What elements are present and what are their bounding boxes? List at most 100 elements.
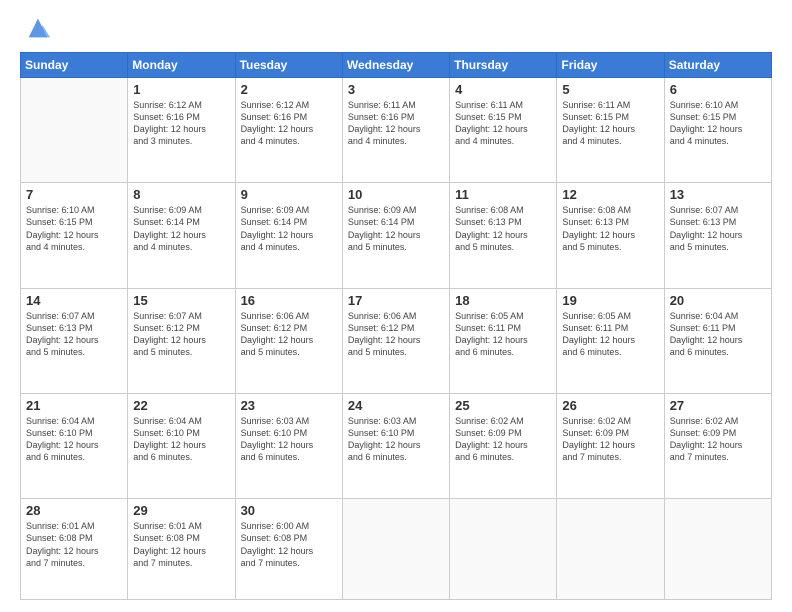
weekday-header-thursday: Thursday	[450, 53, 557, 78]
daylight-line1: Daylight: 12 hours	[133, 124, 206, 134]
daylight-line1: Daylight: 12 hours	[133, 440, 206, 450]
daylight-line2: and 5 minutes.	[133, 347, 192, 357]
day-info: Sunrise: 6:01 AMSunset: 6:08 PMDaylight:…	[133, 520, 229, 569]
sunrise-text: Sunrise: 6:02 AM	[455, 416, 524, 426]
sunrise-text: Sunrise: 6:05 AM	[562, 311, 631, 321]
sunrise-text: Sunrise: 6:09 AM	[133, 205, 202, 215]
calendar-cell: 2 Sunrise: 6:12 AMSunset: 6:16 PMDaylight…	[235, 78, 342, 183]
day-number: 18	[455, 293, 551, 308]
day-info: Sunrise: 6:07 AMSunset: 6:13 PMDaylight:…	[670, 204, 766, 253]
sunset-text: Sunset: 6:15 PM	[26, 217, 93, 227]
daylight-line1: Daylight: 12 hours	[670, 440, 743, 450]
day-info: Sunrise: 6:06 AMSunset: 6:12 PMDaylight:…	[348, 310, 444, 359]
day-info: Sunrise: 6:04 AMSunset: 6:10 PMDaylight:…	[133, 415, 229, 464]
day-number: 6	[670, 82, 766, 97]
sunset-text: Sunset: 6:16 PM	[348, 112, 415, 122]
daylight-line1: Daylight: 12 hours	[133, 230, 206, 240]
daylight-line2: and 4 minutes.	[133, 242, 192, 252]
daylight-line2: and 6 minutes.	[455, 347, 514, 357]
day-info: Sunrise: 6:10 AM Sunset: 6:15 PM Daylight:…	[26, 204, 122, 253]
daylight-line1: Daylight: 12 hours	[26, 335, 99, 345]
calendar-cell: 23Sunrise: 6:03 AMSunset: 6:10 PMDayligh…	[235, 393, 342, 498]
day-number: 19	[562, 293, 658, 308]
calendar-cell: 7Sunrise: 6:10 AMSunset: 6:15 PMDaylight…	[21, 183, 128, 288]
daylight-line1: Daylight: 12 hours	[670, 230, 743, 240]
daylight-line2: and 4 minutes.	[670, 136, 729, 146]
daylight-line1: Daylight: 12 hours	[455, 335, 528, 345]
daylight-line2: and 6 minutes.	[133, 452, 192, 462]
calendar-cell: 8Sunrise: 6:09 AMSunset: 6:14 PMDaylight…	[128, 183, 235, 288]
day-number: 24	[348, 398, 444, 413]
day-number: 20	[670, 293, 766, 308]
calendar-cell: 30Sunrise: 6:00 AMSunset: 6:08 PMDayligh…	[235, 499, 342, 600]
sunrise-text: Sunrise: 6:09 AM	[348, 205, 417, 215]
sunset-text: Sunset: 6:10 PM	[241, 428, 308, 438]
sunrise-text: Sunrise: 6:11 AM	[455, 100, 523, 110]
sunrise-text: Sunrise: 6:06 AM	[241, 311, 310, 321]
weekday-header-sunday: Sunday	[21, 53, 128, 78]
day-number: 22	[133, 398, 229, 413]
sunset-text: Sunset: 6:13 PM	[670, 217, 737, 227]
day-info: Sunrise: 6:09 AM Sunset: 6:14 PM Daylight:…	[133, 204, 229, 253]
day-number: 2	[241, 82, 337, 97]
header	[20, 18, 772, 42]
day-info: Sunrise: 6:02 AMSunset: 6:09 PMDaylight:…	[562, 415, 658, 464]
daylight-line1: Daylight: 12 hours	[455, 230, 528, 240]
daylight-line1: Daylight: 12 hours	[133, 335, 206, 345]
daylight-line1: Daylight: 12 hours	[133, 546, 206, 556]
sunrise-text: Sunrise: 6:12 AM	[133, 100, 202, 110]
day-info: Sunrise: 6:07 AMSunset: 6:13 PMDaylight:…	[26, 310, 122, 359]
calendar-cell	[664, 499, 771, 600]
sunset-text: Sunset: 6:13 PM	[562, 217, 629, 227]
daylight-line1: Daylight: 12 hours	[455, 440, 528, 450]
daylight-line1: Daylight: 12 hours	[26, 230, 99, 240]
daylight-line1: Daylight: 12 hours	[670, 335, 743, 345]
calendar-week-row: 21Sunrise: 6:04 AMSunset: 6:10 PMDayligh…	[21, 393, 772, 498]
daylight-line1: Daylight: 12 hours	[241, 124, 314, 134]
daylight-line2: and 5 minutes.	[670, 242, 729, 252]
day-info: Sunrise: 6:04 AMSunset: 6:11 PMDaylight:…	[670, 310, 766, 359]
sunrise-text: Sunrise: 6:09 AM	[241, 205, 310, 215]
day-info: Sunrise: 6:07 AMSunset: 6:12 PMDaylight:…	[133, 310, 229, 359]
sunrise-text: Sunrise: 6:10 AM	[26, 205, 95, 215]
day-number: 17	[348, 293, 444, 308]
day-info: Sunrise: 6:05 AMSunset: 6:11 PMDaylight:…	[562, 310, 658, 359]
day-number: 14	[26, 293, 122, 308]
sunrise-text: Sunrise: 6:07 AM	[26, 311, 95, 321]
daylight-line2: and 4 minutes.	[26, 242, 85, 252]
daylight-line2: and 4 minutes.	[455, 136, 514, 146]
sunrise-text: Sunrise: 6:04 AM	[26, 416, 95, 426]
sunrise-text: Sunrise: 6:01 AM	[133, 521, 202, 531]
sunset-text: Sunset: 6:14 PM	[133, 217, 200, 227]
daylight-line1: Daylight: 12 hours	[348, 230, 421, 240]
day-info: Sunrise: 6:11 AMSunset: 6:15 PMDaylight:…	[455, 99, 551, 148]
day-number: 26	[562, 398, 658, 413]
day-info: Sunrise: 6:12 AMSunset: 6:16 PMDaylight:…	[133, 99, 229, 148]
daylight-line2: and 6 minutes.	[670, 347, 729, 357]
day-number: 3	[348, 82, 444, 97]
daylight-line2: and 5 minutes.	[348, 242, 407, 252]
daylight-line2: and 7 minutes.	[670, 452, 729, 462]
day-info: Sunrise: 6:12 AMSunset: 6:16 PMDaylight:…	[241, 99, 337, 148]
sunset-text: Sunset: 6:08 PM	[26, 533, 93, 543]
day-info: Sunrise: 6:01 AMSunset: 6:08 PMDaylight:…	[26, 520, 122, 569]
daylight-line2: and 5 minutes.	[241, 347, 300, 357]
sunset-text: Sunset: 6:11 PM	[562, 323, 628, 333]
calendar-cell: 19Sunrise: 6:05 AMSunset: 6:11 PMDayligh…	[557, 288, 664, 393]
calendar-cell: 11Sunrise: 6:08 AMSunset: 6:13 PMDayligh…	[450, 183, 557, 288]
calendar-cell: 16Sunrise: 6:06 AMSunset: 6:12 PMDayligh…	[235, 288, 342, 393]
daylight-line1: Daylight: 12 hours	[562, 124, 635, 134]
weekday-header-tuesday: Tuesday	[235, 53, 342, 78]
calendar-cell: 3Sunrise: 6:11 AMSunset: 6:16 PMDaylight…	[342, 78, 449, 183]
daylight-line1: Daylight: 12 hours	[241, 230, 314, 240]
daylight-line2: and 6 minutes.	[562, 347, 621, 357]
weekday-header-friday: Friday	[557, 53, 664, 78]
sunrise-text: Sunrise: 6:08 AM	[562, 205, 631, 215]
calendar-cell: 22 Sunrise: 6:04 AMSunset: 6:10 PMDayligh…	[128, 393, 235, 498]
sunrise-text: Sunrise: 6:11 AM	[562, 100, 630, 110]
daylight-line2: and 4 minutes.	[562, 136, 621, 146]
day-info: Sunrise: 6:03 AMSunset: 6:10 PMDaylight:…	[348, 415, 444, 464]
sunrise-text: Sunrise: 6:06 AM	[348, 311, 417, 321]
daylight-line2: and 5 minutes.	[455, 242, 514, 252]
day-info: Sunrise: 6:06 AMSunset: 6:12 PMDaylight:…	[241, 310, 337, 359]
